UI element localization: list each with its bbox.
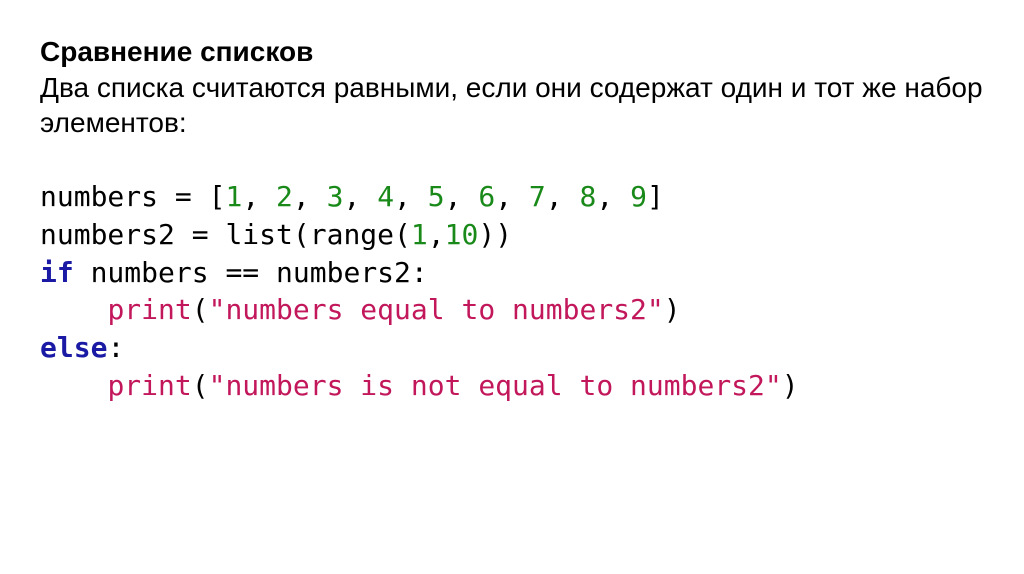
comma: , [242,180,276,213]
paren-open: ( [192,369,209,402]
func-range: range [310,218,394,251]
paren-open: ( [293,218,310,251]
comma: , [495,180,529,213]
slide: Сравнение списков Два списка считаются р… [0,0,1024,441]
bracket-close: ] [647,180,664,213]
var-numbers: numbers [91,256,209,289]
bracket-open: [ [209,180,226,213]
heading: Сравнение списков [40,36,984,68]
comma: , [445,180,479,213]
code-block: numbers = [1, 2, 3, 4, 5, 6, 7, 8, 9] nu… [40,178,984,405]
num-literal: 6 [478,180,495,213]
func-print: print [107,369,191,402]
num-literal: 8 [580,180,597,213]
code-line-1: numbers = [1, 2, 3, 4, 5, 6, 7, 8, 9] [40,180,664,213]
num-literal: 4 [377,180,394,213]
code-line-6: print("numbers is not equal to numbers2"… [40,369,799,402]
func-print: print [107,293,191,326]
paren-close: ) [782,369,799,402]
string-literal: "numbers is not equal to numbers2" [209,369,782,402]
paren-open: ( [192,293,209,326]
num-literal: 9 [630,180,647,213]
assign-op: = [175,218,226,251]
func-list: list [225,218,292,251]
code-line-2: numbers2 = list(range(1,10)) [40,218,512,251]
indent [40,369,107,402]
keyword-else: else [40,331,107,364]
comma: , [596,180,630,213]
keyword-if: if [40,256,74,289]
num-literal: 7 [529,180,546,213]
comma: , [428,218,445,251]
paren-close: ) [478,218,495,251]
comma: , [546,180,580,213]
paren-close: ) [495,218,512,251]
var-numbers2: numbers2 [40,218,175,251]
assign-op: = [158,180,209,213]
num-literal: 10 [445,218,479,251]
subheading: Два списка считаются равными, если они с… [40,70,984,140]
eq-eq-op: == [209,256,276,289]
comma: , [343,180,377,213]
num-literal: 1 [411,218,428,251]
indent [40,293,107,326]
num-literal: 5 [428,180,445,213]
num-literal: 3 [327,180,344,213]
code-line-5: else: [40,331,124,364]
paren-open: ( [394,218,411,251]
string-literal: "numbers equal to numbers2" [209,293,664,326]
var-numbers: numbers [40,180,158,213]
num-literal: 1 [225,180,242,213]
code-line-3: if numbers == numbers2: [40,256,428,289]
paren-close: ) [664,293,681,326]
comma: , [293,180,327,213]
num-literal: 2 [276,180,293,213]
space [74,256,91,289]
code-line-4: print("numbers equal to numbers2") [40,293,681,326]
var-numbers2: numbers2 [276,256,411,289]
colon: : [411,256,428,289]
comma: , [394,180,428,213]
colon: : [107,331,124,364]
